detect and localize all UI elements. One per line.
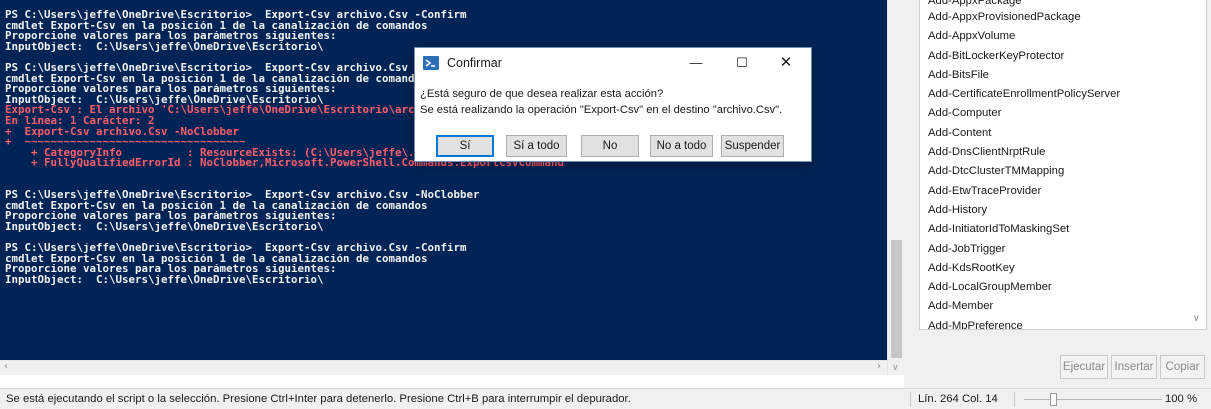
- powershell-icon: [423, 56, 439, 70]
- command-item[interactable]: Add-Computer: [920, 104, 1206, 123]
- command-list[interactable]: Add-AppxPackage Add-AppxProvisionedPacka…: [919, 0, 1207, 330]
- scrollbar-thumb[interactable]: [891, 240, 902, 358]
- scroll-right-arrow-icon[interactable]: ›: [877, 361, 881, 372]
- zoom-slider[interactable]: [1024, 399, 1162, 400]
- console-line: cmdlet Export-Csv en la posición 1 de la…: [5, 253, 428, 265]
- command-item-partial[interactable]: Add-AppxPackage: [920, 0, 1206, 8]
- command-item[interactable]: Add-InitiatorIdToMaskingSet: [920, 220, 1206, 239]
- command-item[interactable]: Add-BitsFile: [920, 66, 1206, 85]
- command-item[interactable]: Add-AppxProvisionedPackage: [920, 8, 1206, 27]
- command-item[interactable]: Add-DnsClientNrptRule: [920, 143, 1206, 162]
- command-item[interactable]: Add-MpPreference: [920, 317, 1206, 329]
- dialog-question: ¿Está seguro de que desea realizar esta …: [420, 88, 664, 100]
- no-to-all-button[interactable]: No a todo: [650, 135, 713, 157]
- command-item[interactable]: Add-KdsRootKey: [920, 259, 1206, 278]
- status-separator: [1014, 392, 1015, 407]
- console-line: InputObject: C:\Users\jeffe\OneDrive\Esc…: [5, 274, 324, 286]
- dialog-detail: Se está realizando la operación "Export-…: [420, 104, 783, 116]
- dialog-titlebar[interactable]: Confirmar — ☐ ✕: [415, 48, 811, 78]
- console-line: Proporcione valores para los parámetros …: [5, 211, 337, 222]
- console-line: PS C:\Users\jeffe\OneDrive\Escritorio> E…: [5, 190, 480, 201]
- zoom-slider-thumb[interactable]: [1050, 393, 1057, 406]
- command-item[interactable]: Add-Content: [920, 124, 1206, 143]
- status-message: Se está ejecutando el script o la selecc…: [6, 393, 631, 405]
- console-line: cmdlet Export-Csv en la posición 1 de la…: [5, 20, 428, 32]
- copy-button[interactable]: Copiar: [1160, 355, 1205, 379]
- command-item[interactable]: Add-AppxVolume: [920, 27, 1206, 46]
- yes-button[interactable]: Sí: [436, 135, 494, 157]
- console-horizontal-scrollbar[interactable]: ‹ ›: [0, 360, 887, 375]
- no-button[interactable]: No: [581, 135, 639, 157]
- run-button[interactable]: Ejecutar: [1060, 355, 1108, 379]
- pane-splitter[interactable]: [904, 0, 918, 388]
- insert-button[interactable]: Insertar: [1111, 355, 1157, 379]
- commands-pane: Add-AppxPackage Add-AppxProvisionedPacka…: [918, 0, 1211, 388]
- zoom-level: 100 %: [1164, 393, 1197, 405]
- command-item[interactable]: Add-JobTrigger: [920, 240, 1206, 259]
- close-icon[interactable]: ✕: [771, 52, 801, 74]
- command-item[interactable]: Add-CertificateEnrollmentPolicyServer: [920, 85, 1206, 104]
- command-item[interactable]: Add-History: [920, 201, 1206, 220]
- command-item[interactable]: Add-LocalGroupMember: [920, 278, 1206, 297]
- minimize-icon[interactable]: —: [681, 52, 711, 74]
- maximize-icon[interactable]: ☐: [727, 52, 757, 74]
- command-item[interactable]: Add-BitLockerKeyProtector: [920, 47, 1206, 66]
- console-line: Proporcione valores para los parámetros …: [5, 31, 337, 42]
- scroll-left-arrow-icon[interactable]: ‹: [4, 361, 8, 372]
- scroll-down-arrow-icon[interactable]: ∨: [892, 363, 899, 373]
- console-line: cmdlet Export-Csv en la posición 1 de la…: [5, 200, 428, 212]
- console-vertical-scrollbar[interactable]: ∨: [887, 0, 904, 375]
- yes-to-all-button[interactable]: Sí a todo: [506, 135, 567, 157]
- chevron-down-icon[interactable]: ∨: [1193, 313, 1200, 324]
- console-line: PS C:\Users\jeffe\OneDrive\Escritorio> E…: [5, 10, 467, 21]
- status-separator: [910, 392, 911, 407]
- command-item[interactable]: Add-DtcClusterTMMapping: [920, 162, 1206, 181]
- dialog-title: Confirmar: [447, 56, 502, 70]
- suspend-button[interactable]: Suspender: [721, 135, 784, 157]
- cursor-position: Lín. 264 Col. 14: [918, 393, 998, 405]
- command-item[interactable]: Add-Member: [920, 297, 1206, 316]
- console-line: PS C:\Users\jeffe\OneDrive\Escritorio> E…: [5, 243, 467, 254]
- console-line: Proporcione valores para los parámetros …: [5, 264, 337, 275]
- console-line: InputObject: C:\Users\jeffe\OneDrive\Esc…: [5, 221, 324, 233]
- confirm-dialog: Confirmar — ☐ ✕ ¿Está seguro de que dese…: [414, 47, 812, 162]
- status-bar: Se está ejecutando el script o la selecc…: [0, 388, 1211, 409]
- command-item[interactable]: Add-EtwTraceProvider: [920, 182, 1206, 201]
